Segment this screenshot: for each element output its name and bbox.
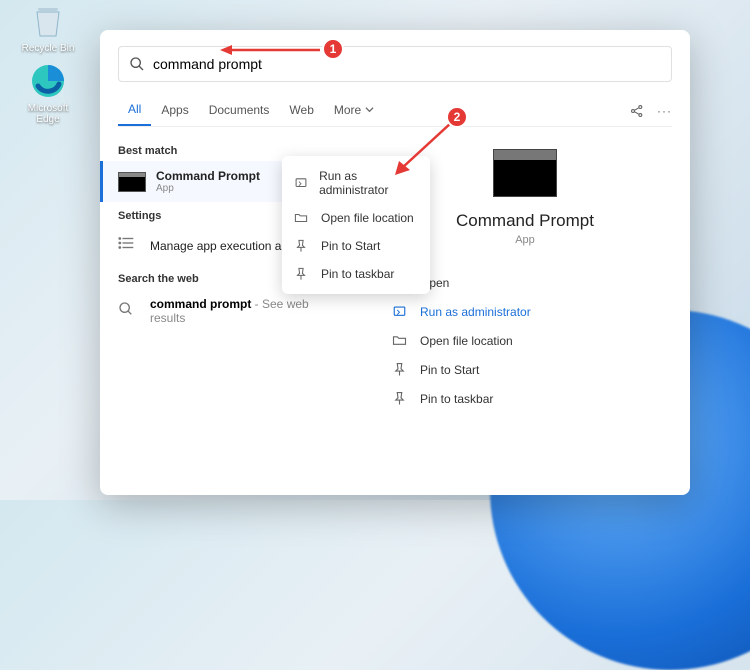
- cm-open-location-label: Open file location: [321, 211, 414, 225]
- edge-label: Microsoft Edge: [18, 103, 78, 125]
- result-subtitle: App: [156, 183, 260, 194]
- action-run-admin-label: Run as administrator: [420, 305, 531, 319]
- callout-2: 2: [446, 106, 468, 128]
- tab-all[interactable]: All: [118, 96, 151, 126]
- cm-pin-taskbar-label: Pin to taskbar: [321, 267, 394, 281]
- cm-pin-start[interactable]: Pin to Start: [282, 232, 430, 260]
- action-pin-taskbar[interactable]: Pin to taskbar: [386, 384, 664, 413]
- search-input[interactable]: [153, 56, 661, 72]
- tab-documents[interactable]: Documents: [199, 97, 280, 125]
- action-open-location-label: Open file location: [420, 334, 513, 348]
- shield-icon: [392, 304, 410, 319]
- cm-run-admin-label: Run as administrator: [319, 169, 418, 197]
- tab-more[interactable]: More: [324, 97, 384, 125]
- search-bar[interactable]: [118, 46, 672, 82]
- detail-app-icon: [493, 149, 557, 197]
- search-web-icon: [118, 301, 138, 322]
- detail-title: Command Prompt: [456, 211, 594, 231]
- cm-pin-taskbar[interactable]: Pin to taskbar: [282, 260, 430, 288]
- action-pin-taskbar-label: Pin to taskbar: [420, 392, 493, 406]
- pin-icon: [294, 239, 312, 253]
- cm-pin-start-label: Pin to Start: [321, 239, 380, 253]
- desktop-icon-edge[interactable]: Microsoft Edge: [18, 62, 78, 125]
- recycle-bin-icon: [29, 2, 67, 40]
- chevron-down-icon: [365, 105, 374, 114]
- share-icon[interactable]: [629, 103, 645, 119]
- edge-icon: [29, 62, 67, 100]
- search-tabs: All Apps Documents Web More ···: [118, 96, 672, 127]
- more-menu-icon[interactable]: ···: [657, 104, 672, 118]
- search-icon: [129, 56, 145, 72]
- folder-icon: [392, 333, 410, 348]
- web-item-title: command prompt: [150, 297, 251, 311]
- recycle-bin-label: Recycle Bin: [18, 43, 78, 54]
- tab-apps[interactable]: Apps: [151, 97, 198, 125]
- callout-1: 1: [322, 38, 344, 60]
- action-open-location[interactable]: Open file location: [386, 326, 664, 355]
- cm-open-location[interactable]: Open file location: [282, 204, 430, 232]
- result-title: Command Prompt: [156, 169, 260, 183]
- tab-web[interactable]: Web: [279, 97, 323, 125]
- settings-list-icon: [118, 234, 138, 257]
- pin-icon: [294, 267, 312, 281]
- action-pin-start[interactable]: Pin to Start: [386, 355, 664, 384]
- tab-more-label: More: [334, 103, 361, 117]
- result-web-search[interactable]: command prompt - See web results: [100, 289, 360, 333]
- folder-icon: [294, 211, 312, 225]
- pin-icon: [392, 362, 410, 377]
- action-pin-start-label: Pin to Start: [420, 363, 479, 377]
- command-prompt-icon: [118, 172, 146, 192]
- action-run-admin[interactable]: Run as administrator: [386, 297, 664, 326]
- context-menu: Run as administrator Open file location …: [282, 156, 430, 294]
- desktop-icon-recycle-bin[interactable]: Recycle Bin: [18, 2, 78, 54]
- cm-run-admin[interactable]: Run as administrator: [282, 162, 430, 204]
- detail-subtitle: App: [515, 234, 535, 246]
- pin-icon: [392, 391, 410, 406]
- shield-icon: [294, 176, 310, 190]
